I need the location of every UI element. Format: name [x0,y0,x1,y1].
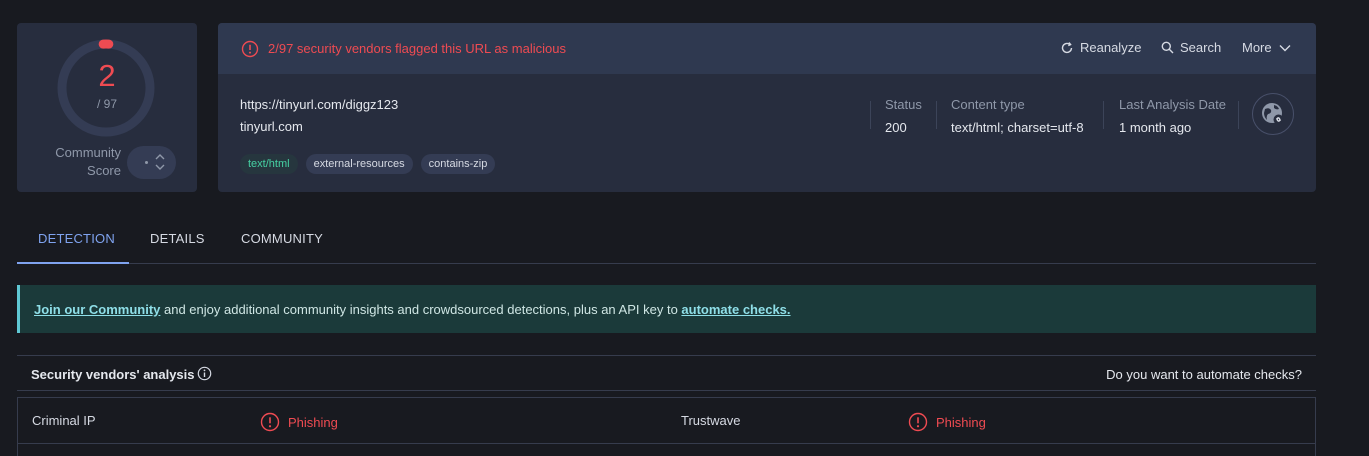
tag-text-html[interactable]: text/html [240,154,298,174]
tag-external-resources[interactable]: external-resources [305,154,413,174]
tab-detection[interactable]: DETECTION [38,231,115,246]
tag-contains-zip[interactable]: contains-zip [420,154,496,174]
status-value: 200 [885,120,907,135]
alert-circle-icon [241,40,259,58]
url-tags: text/html external-resources contains-zi… [240,154,496,174]
join-community-link[interactable]: Join our Community [34,302,160,317]
alert-bar: 2/97 security vendors flagged this URL a… [218,23,1316,74]
automate-checks-link[interactable]: automate checks. [681,302,790,317]
refresh-icon [1061,41,1073,53]
info-icon[interactable] [197,366,212,381]
globe-link-icon [1262,103,1284,125]
chevron-down-icon [1279,44,1291,51]
community-score-toggle[interactable] [127,146,176,179]
content-type-meta: Content type text/html; charset=utf-8 [951,97,1084,135]
meta-divider [1103,101,1104,129]
search-button[interactable]: Search [1161,40,1221,55]
last-analysis-value: 1 month ago [1119,120,1192,135]
tab-community[interactable]: COMMUNITY [241,231,323,246]
vendor-result: Phishing [260,412,338,432]
automate-checks-prompt[interactable]: Do you want to automate checks? [1106,367,1302,382]
report-tabs: DETECTION DETAILS COMMUNITY [17,223,1316,264]
search-icon [1161,41,1174,54]
detection-total: / 97 [96,97,117,111]
alert-circle-icon [260,412,280,432]
vendor-name: Trustwave [681,413,741,428]
vote-chevrons-icon [155,154,165,170]
vendor-row: Criminal IP Phishing Trustwave Phishing [17,397,1316,444]
url-domain: tinyurl.com [240,119,303,134]
last-analysis-meta: Last Analysis Date 1 month ago [1119,97,1226,135]
status-meta: Status 200 [885,97,922,135]
active-tab-indicator [17,262,129,264]
content-type-value: text/html; charset=utf-8 [951,120,1084,135]
malicious-alert-text: 2/97 security vendors flagged this URL a… [268,41,566,56]
meta-divider [936,101,937,129]
vendor-name: Criminal IP [32,413,96,428]
community-banner: Join our Community and enjoy additional … [17,285,1316,333]
vendors-analysis-header: Security vendors' analysis Do you want t… [17,355,1316,391]
community-score-card: 2 / 97 Community Score [17,23,197,192]
meta-divider [1238,101,1239,129]
reanalyze-button[interactable]: Reanalyze [1060,40,1141,55]
meta-divider [870,101,871,129]
url-globe-button[interactable] [1252,93,1294,135]
analyzed-url: https://tinyurl.com/diggz123 [240,97,399,112]
banner-text: Join our Community and enjoy additional … [34,302,791,317]
vendor-result: Phishing [908,412,986,432]
more-menu-button[interactable]: More [1242,40,1292,55]
url-summary-card: 2/97 security vendors flagged this URL a… [218,23,1316,192]
detection-count: 2 [98,58,116,93]
tab-details[interactable]: DETAILS [150,231,205,246]
community-score-label: Community Score [55,145,121,178]
vendors-analysis-title: Security vendors' analysis [31,367,195,382]
vendor-row [17,443,1316,456]
community-score-dot [145,161,148,164]
alert-circle-icon [908,412,928,432]
